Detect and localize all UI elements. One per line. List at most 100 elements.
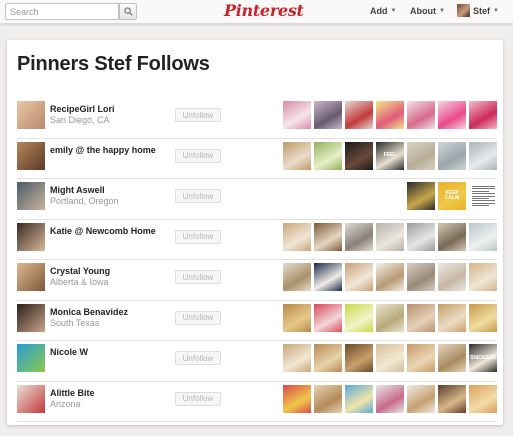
board-thumbnail[interactable] xyxy=(469,263,497,291)
pinner-avatar[interactable] xyxy=(17,384,45,413)
board-thumbnail[interactable] xyxy=(407,222,435,251)
nav-user-menu[interactable]: Stef ▼ xyxy=(457,4,499,17)
board-thumbnail[interactable] xyxy=(314,101,342,129)
board-thumbnails xyxy=(283,303,497,332)
board-thumbnail[interactable] xyxy=(438,101,466,129)
board-thumbnail[interactable] xyxy=(345,263,373,291)
nav-add-menu[interactable]: Add ▼ xyxy=(370,6,396,16)
board-thumbnail[interactable] xyxy=(314,263,342,291)
nav-about-label: About xyxy=(410,6,436,16)
user-avatar xyxy=(457,4,470,17)
search-button[interactable] xyxy=(119,3,137,20)
board-thumbnail[interactable] xyxy=(376,384,404,413)
pinner-name[interactable]: Alittle Bite xyxy=(50,388,95,398)
board-thumbnail[interactable] xyxy=(407,141,435,170)
board-thumbnail[interactable] xyxy=(314,141,342,170)
board-thumbnail[interactable] xyxy=(283,384,311,413)
board-thumbnail[interactable] xyxy=(407,384,435,413)
pinner-name[interactable]: Katie @ Newcomb Home xyxy=(50,226,156,236)
following-card: Pinners Stef Follows RecipeGirl Lori San … xyxy=(7,40,503,425)
board-thumbnail[interactable] xyxy=(345,344,373,372)
board-thumbnail[interactable] xyxy=(438,384,466,413)
unfollow-button[interactable]: Unfollow xyxy=(175,108,221,122)
pinner-avatar[interactable] xyxy=(17,101,45,129)
board-thumbnail-label: FEEL xyxy=(383,152,397,158)
chevron-down-icon: ▼ xyxy=(390,8,397,14)
board-thumbnail[interactable] xyxy=(345,101,373,129)
board-thumbnail[interactable] xyxy=(438,263,466,291)
board-thumbnail[interactable] xyxy=(283,263,311,291)
board-thumbnail[interactable] xyxy=(314,344,342,372)
pinner-row: Crystal Young Alberta & Iowa Unfollow xyxy=(17,260,497,301)
unfollow-button[interactable]: Unfollow xyxy=(175,270,221,284)
pinner-name[interactable]: RecipeGirl Lori xyxy=(50,104,115,114)
board-thumbnail[interactable] xyxy=(314,384,342,413)
pinner-name[interactable]: Might Aswell xyxy=(50,185,105,195)
board-thumbnail[interactable] xyxy=(438,141,466,170)
board-thumbnail[interactable]: FEEL xyxy=(376,141,404,170)
unfollow-button[interactable]: Unfollow xyxy=(175,310,221,325)
pinner-location: Portland, Oregon xyxy=(50,196,119,206)
unfollow-button[interactable]: Unfollow xyxy=(175,189,221,203)
board-thumbnail[interactable] xyxy=(469,182,497,210)
board-thumbnails: SNICKERS xyxy=(283,344,497,372)
pinterest-logo[interactable]: Pinterest xyxy=(224,1,304,20)
pinner-row: Alittle Bite Arizona Unfollow xyxy=(17,382,497,422)
board-thumbnail[interactable] xyxy=(283,303,311,332)
board-thumbnails xyxy=(283,222,497,251)
board-thumbnail[interactable] xyxy=(438,344,466,372)
board-thumbnail[interactable] xyxy=(407,263,435,291)
board-thumbnail[interactable] xyxy=(469,384,497,413)
pinner-avatar[interactable] xyxy=(17,141,45,170)
board-thumbnail[interactable] xyxy=(376,222,404,251)
pinner-avatar[interactable] xyxy=(17,222,45,251)
pinner-row: Katie @ Newcomb Home Unfollow xyxy=(17,220,497,260)
board-thumbnail-label: KEEP CALM xyxy=(444,190,460,201)
pinner-list: RecipeGirl Lori San Diego, CA Unfollow emil… xyxy=(17,98,497,422)
board-thumbnail[interactable] xyxy=(376,101,404,129)
board-thumbnail[interactable] xyxy=(469,101,497,129)
board-thumbnail[interactable]: KEEP CALM xyxy=(438,182,466,210)
board-thumbnail[interactable] xyxy=(469,141,497,170)
board-thumbnail[interactable] xyxy=(345,141,373,170)
board-thumbnail[interactable] xyxy=(314,222,342,251)
pinner-name[interactable]: Crystal Young xyxy=(50,266,110,276)
board-thumbnail[interactable] xyxy=(345,384,373,413)
search-input[interactable] xyxy=(5,3,119,20)
board-thumbnail[interactable] xyxy=(376,344,404,372)
board-thumbnail[interactable] xyxy=(283,344,311,372)
board-thumbnail[interactable] xyxy=(345,303,373,332)
unfollow-button[interactable]: Unfollow xyxy=(175,391,221,406)
pinner-avatar[interactable] xyxy=(17,344,45,372)
board-thumbnail[interactable] xyxy=(407,344,435,372)
pinner-name[interactable]: Monica Benavidez xyxy=(50,307,128,317)
board-thumbnail[interactable] xyxy=(376,303,404,332)
pinner-avatar[interactable] xyxy=(17,303,45,332)
board-thumbnail[interactable] xyxy=(407,182,435,210)
board-thumbnail[interactable] xyxy=(407,303,435,332)
board-thumbnail[interactable] xyxy=(438,222,466,251)
board-thumbnail[interactable]: SNICKERS xyxy=(469,344,497,372)
unfollow-button[interactable]: Unfollow xyxy=(175,351,221,365)
nav-add-label: Add xyxy=(370,6,388,16)
board-thumbnail[interactable] xyxy=(314,303,342,332)
board-thumbnail[interactable] xyxy=(469,222,497,251)
pinner-avatar[interactable] xyxy=(17,182,45,210)
board-thumbnail[interactable] xyxy=(438,303,466,332)
nav-user-label: Stef xyxy=(473,5,491,16)
board-thumbnail[interactable] xyxy=(407,101,435,129)
unfollow-button[interactable]: Unfollow xyxy=(175,229,221,244)
pinner-name[interactable]: Nicole W xyxy=(50,347,88,357)
board-thumbnails xyxy=(283,384,497,413)
board-thumbnail[interactable] xyxy=(283,101,311,129)
board-thumbnail[interactable] xyxy=(376,263,404,291)
board-thumbnail[interactable] xyxy=(345,222,373,251)
pinner-name[interactable]: emily @ the happy home xyxy=(50,145,156,155)
board-thumbnail[interactable] xyxy=(469,303,497,332)
nav-about-menu[interactable]: About ▼ xyxy=(410,6,445,16)
board-thumbnail[interactable] xyxy=(283,141,311,170)
pinner-avatar[interactable] xyxy=(17,263,45,291)
board-thumbnail[interactable] xyxy=(283,222,311,251)
search-icon xyxy=(123,7,133,16)
unfollow-button[interactable]: Unfollow xyxy=(175,148,221,163)
